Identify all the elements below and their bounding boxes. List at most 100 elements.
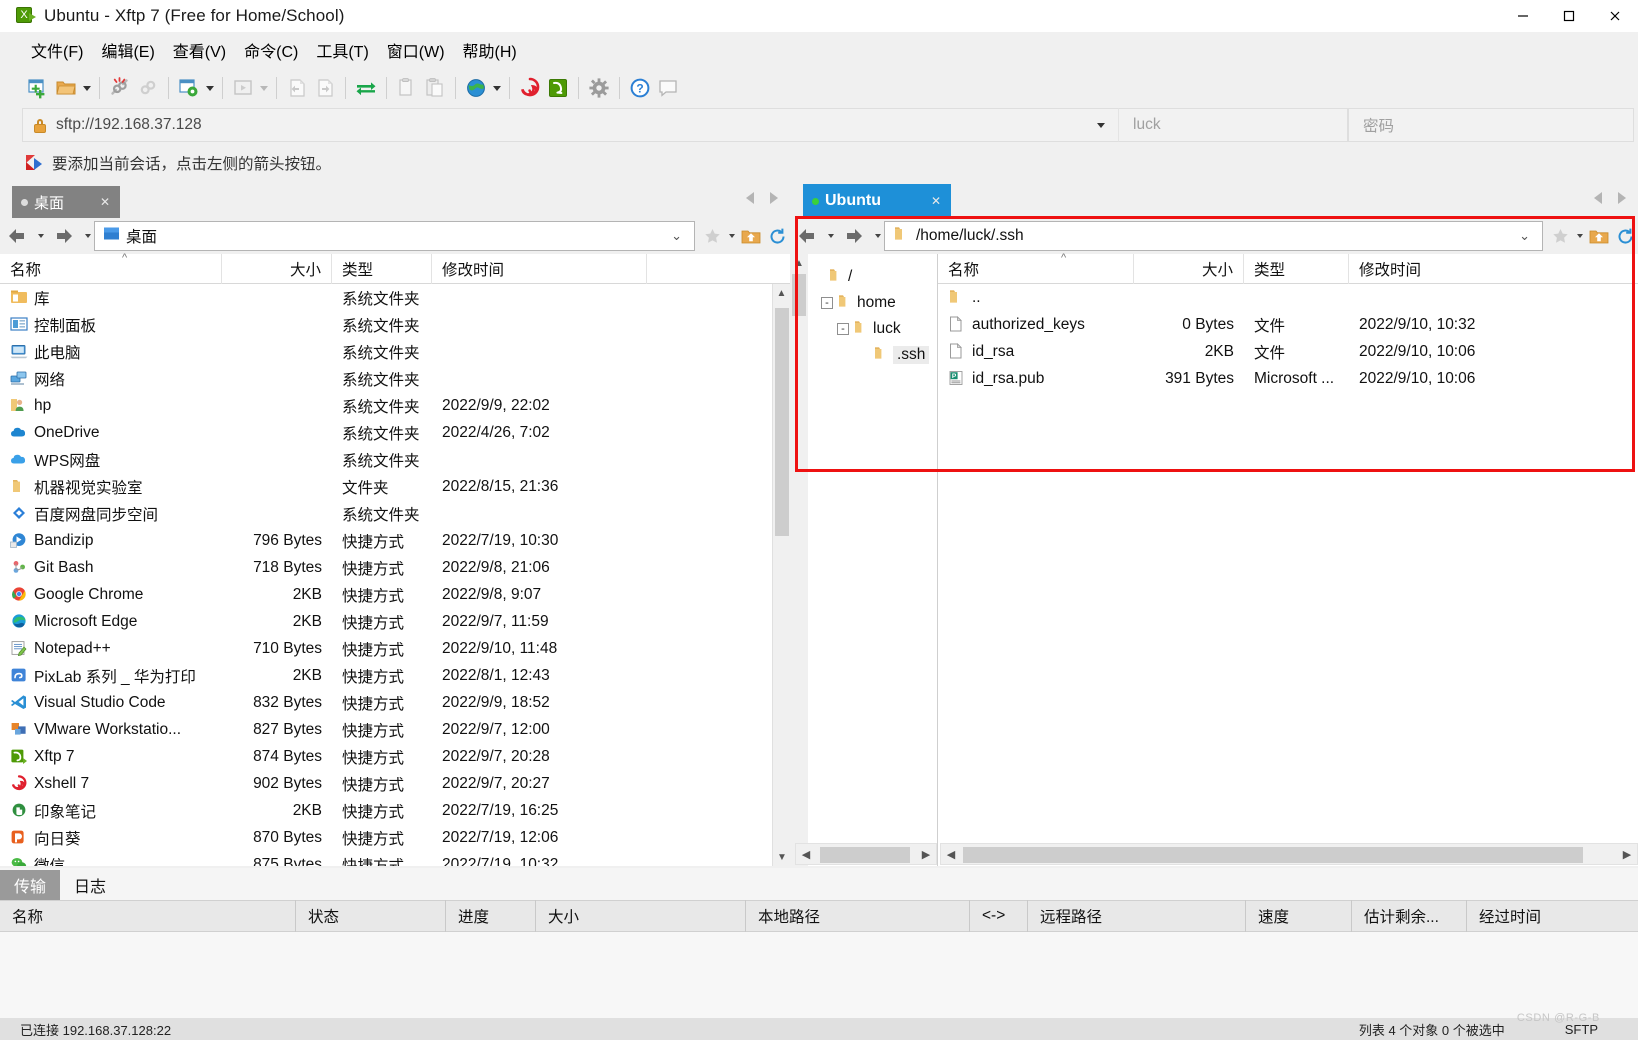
run-icon[interactable] — [229, 74, 257, 102]
col-header-modified[interactable]: 修改时间 — [1349, 254, 1638, 284]
refresh-icon[interactable] — [1612, 221, 1638, 251]
table-row[interactable]: Visual Studio Code 832 Bytes 快捷方式 2022/9… — [0, 689, 772, 716]
home-folder-icon[interactable] — [1586, 221, 1612, 251]
table-row[interactable]: OneDrive 系统文件夹 2022/4/26, 7:02 — [0, 419, 772, 446]
tree-node-ssh[interactable]: .ssh — [812, 342, 937, 368]
tab-transfer[interactable]: 传输 — [0, 870, 61, 900]
xcol-eta[interactable]: 估计剩余... — [1352, 900, 1467, 932]
home-folder-icon[interactable] — [738, 221, 764, 251]
table-row[interactable]: Git Bash 718 Bytes 快捷方式 2022/9/8, 21:06 — [0, 554, 772, 581]
xftp-toolbar-icon[interactable] — [544, 74, 572, 102]
col-header-size[interactable]: 大小 — [222, 253, 332, 284]
tab-ubuntu-close-icon[interactable]: ✕ — [931, 194, 941, 208]
xcol-name[interactable]: 名称 — [0, 900, 296, 932]
table-row[interactable]: Notepad++ 710 Bytes 快捷方式 2022/9/10, 11:4… — [0, 635, 772, 662]
tree-horizontal-scrollbar[interactable]: ◀ ▶ — [795, 843, 937, 865]
forward-arrow-icon[interactable] — [47, 221, 81, 251]
menu-command[interactable]: 命令(C) — [235, 35, 307, 65]
refresh-icon[interactable] — [764, 221, 790, 251]
remote-path-dropdown-icon[interactable]: ⌄ — [1519, 228, 1530, 244]
xshell-icon[interactable] — [516, 74, 544, 102]
col-header-type[interactable]: 类型 — [332, 253, 432, 284]
tree-vertical-scrollbar[interactable]: ▲ — [790, 254, 808, 866]
tree-node-home[interactable]: - home — [812, 290, 937, 316]
copy-icon[interactable] — [393, 74, 421, 102]
session-settings-icon[interactable] — [175, 74, 203, 102]
forward-arrow-icon[interactable] — [837, 221, 871, 251]
new-session-icon[interactable] — [24, 74, 52, 102]
globe-dropdown-icon[interactable] — [490, 75, 503, 101]
star-icon[interactable] — [699, 221, 725, 251]
table-row[interactable]: 百度网盘同步空间 系统文件夹 — [0, 500, 772, 527]
transfer-list-body[interactable] — [0, 932, 1638, 1018]
scroll-down-icon[interactable]: ▼ — [773, 848, 791, 866]
tree-node-root[interactable]: / — [812, 264, 937, 290]
table-row[interactable]: 微信 875 Bytes 快捷方式 2022/7/19, 10:32 — [0, 851, 772, 866]
table-row[interactable]: Microsoft Edge 2KB 快捷方式 2022/9/7, 11:59 — [0, 608, 772, 635]
favorites-dropdown-icon[interactable] — [725, 221, 738, 251]
col-header-type[interactable]: 类型 — [1244, 253, 1349, 284]
close-button[interactable] — [1592, 0, 1638, 32]
local-vertical-scrollbar[interactable]: ▲ ▼ — [772, 284, 790, 866]
favorites-dropdown-icon[interactable] — [1573, 221, 1586, 251]
xcol-status[interactable]: 状态 — [296, 900, 446, 932]
minimize-button[interactable] — [1500, 0, 1546, 32]
scroll-left-icon[interactable]: ◀ — [796, 844, 816, 864]
table-row[interactable]: authorized_keys 0 Bytes 文件 2022/9/10, 10… — [938, 311, 1638, 338]
remote-directory-tree[interactable]: ▲ / - home - luck .ssh — [790, 254, 938, 866]
table-row[interactable]: P id_rsa.pub 391 Bytes Microsoft ... 202… — [938, 365, 1638, 392]
menu-edit[interactable]: 编辑(E) — [92, 35, 163, 65]
table-row[interactable]: 向日葵 870 Bytes 快捷方式 2022/7/19, 12:06 — [0, 824, 772, 851]
menu-tools[interactable]: 工具(T) — [307, 35, 377, 65]
remote-horizontal-scrollbar[interactable]: ◀ ▶ — [940, 843, 1638, 865]
scrollbar-thumb[interactable] — [963, 847, 1583, 863]
address-input[interactable]: sftp://192.168.37.128 — [22, 108, 1084, 142]
tab-ubuntu[interactable]: Ubuntu ✕ — [803, 184, 951, 218]
xcol-direction[interactable]: <-> — [970, 900, 1028, 932]
tab-desktop-close-icon[interactable]: ✕ — [100, 195, 110, 209]
transfer-right-icon[interactable] — [311, 74, 339, 102]
tab-scroll-left-icon[interactable] — [1594, 192, 1602, 204]
menu-help[interactable]: 帮助(H) — [454, 35, 526, 65]
xcol-size[interactable]: 大小 — [536, 900, 746, 932]
session-settings-dropdown-icon[interactable] — [203, 75, 216, 101]
scrollbar-thumb[interactable] — [792, 274, 806, 316]
paste-icon[interactable] — [421, 74, 449, 102]
col-header-size[interactable]: 大小 — [1134, 253, 1244, 284]
back-arrow-icon[interactable] — [790, 221, 824, 251]
run-dropdown-icon[interactable] — [257, 75, 270, 101]
tab-scroll-right-icon[interactable] — [770, 192, 778, 204]
tree-node-luck[interactable]: - luck — [812, 316, 937, 342]
table-row[interactable]: Xshell 7 902 Bytes 快捷方式 2022/9/7, 20:27 — [0, 770, 772, 797]
scroll-right-icon[interactable]: ▶ — [1617, 844, 1637, 864]
col-header-name[interactable]: 名称 ^ — [938, 252, 1134, 284]
help-icon[interactable]: ? — [626, 74, 654, 102]
table-row[interactable]: VMware Workstatio... 827 Bytes 快捷方式 2022… — [0, 716, 772, 743]
scroll-up-icon[interactable]: ▲ — [773, 284, 790, 302]
xcol-progress[interactable]: 进度 — [446, 900, 536, 932]
table-row[interactable]: PixLab 系列 _ 华为打印 2KB 快捷方式 2022/8/1, 12:4… — [0, 662, 772, 689]
open-folder-icon[interactable] — [52, 74, 80, 102]
xcol-elapsed[interactable]: 经过时间 — [1467, 900, 1638, 932]
tab-scroll-right-icon[interactable] — [1618, 192, 1626, 204]
password-input[interactable]: 密码 — [1348, 108, 1634, 142]
sync-browse-icon[interactable] — [352, 74, 380, 102]
star-icon[interactable] — [1547, 221, 1573, 251]
table-row[interactable]: .. — [938, 284, 1638, 311]
forward-history-dropdown-icon[interactable] — [81, 221, 94, 251]
feedback-icon[interactable] — [654, 74, 682, 102]
table-row[interactable]: Google Chrome 2KB 快捷方式 2022/9/8, 9:07 — [0, 581, 772, 608]
open-folder-dropdown-icon[interactable] — [80, 75, 93, 101]
scroll-right-icon[interactable]: ▶ — [916, 844, 936, 864]
table-row[interactable]: WPS网盘 系统文件夹 — [0, 446, 772, 473]
table-row[interactable]: Bandizip 796 Bytes 快捷方式 2022/7/19, 10:30 — [0, 527, 772, 554]
xcol-speed[interactable]: 速度 — [1246, 900, 1352, 932]
back-history-dropdown-icon[interactable] — [34, 221, 47, 251]
col-header-modified[interactable]: 修改时间 — [432, 253, 647, 284]
tab-log[interactable]: 日志 — [60, 870, 120, 900]
table-row[interactable]: 机器视觉实验室 文件夹 2022/8/15, 21:36 — [0, 473, 772, 500]
table-row[interactable]: id_rsa 2KB 文件 2022/9/10, 10:06 — [938, 338, 1638, 365]
xcol-local-path[interactable]: 本地路径 — [746, 900, 970, 932]
address-dropdown-icon[interactable] — [1084, 108, 1118, 142]
xcol-remote-path[interactable]: 远程路径 — [1028, 900, 1246, 932]
